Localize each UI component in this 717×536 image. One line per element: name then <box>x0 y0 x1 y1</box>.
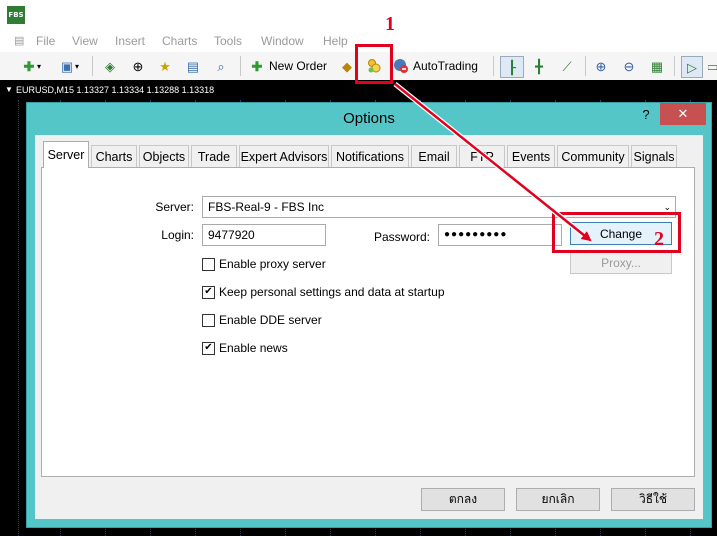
line-chart-icon: ⟋ <box>562 58 572 74</box>
tab-events[interactable]: Events <box>507 145 555 167</box>
terminal-button[interactable]: ▤ <box>183 56 203 76</box>
tab-expert-advisors[interactable]: Expert Advisors <box>239 145 329 167</box>
chart-menu-icon[interactable]: ▼ <box>5 85 13 94</box>
help-button[interactable]: วิธีใช้ <box>611 488 695 511</box>
profiles-icon: ▣ <box>60 58 74 74</box>
tab-objects[interactable]: Objects <box>139 145 189 167</box>
star-folder-icon: ★ <box>159 58 171 74</box>
tab-email[interactable]: Email <box>411 145 457 167</box>
app-titlebar: FBS <box>0 0 717 30</box>
profiles-button[interactable]: ▣ ▾ <box>54 56 84 76</box>
login-field[interactable]: 9477920 <box>202 224 326 246</box>
enable-dde-checkbox[interactable]: Enable DDE server <box>202 313 322 327</box>
market-watch-icon: ◈ <box>105 58 115 74</box>
password-field[interactable]: ●●●●●●●●● <box>438 224 562 246</box>
metaeditor-button[interactable]: ◆ <box>337 56 357 76</box>
new-order-button[interactable]: ✚ New Order <box>249 56 329 76</box>
tab-server[interactable]: Server <box>43 141 89 168</box>
zoom-out-icon: ⊖ <box>623 58 635 74</box>
checkmark-icon: ✔ <box>202 341 215 355</box>
dialog-body: Server Charts Objects Trade Expert Advis… <box>35 135 703 519</box>
proxy-button[interactable]: Proxy... <box>570 251 672 274</box>
checkmark-icon: ✔ <box>202 285 215 299</box>
chart-shift-icon: ▭ <box>708 58 717 74</box>
zoom-in-button[interactable]: ⊕ <box>591 56 611 76</box>
checkbox-unchecked <box>202 257 215 271</box>
magnifier-chart-icon: ⌕ <box>217 58 225 74</box>
keep-settings-checkbox[interactable]: ✔ Keep personal settings and data at sta… <box>202 285 445 299</box>
chart-shift-button[interactable]: ▭ <box>708 56 717 76</box>
annotation-number-2: 2 <box>654 228 664 250</box>
menu-tools[interactable]: Tools <box>214 34 242 48</box>
candlestick-icon: ╋ <box>535 58 543 74</box>
zoom-out-button[interactable]: ⊖ <box>619 56 639 76</box>
terminal-icon: ▤ <box>186 58 200 74</box>
menu-help[interactable]: Help <box>323 34 348 48</box>
bar-chart-button[interactable]: ┠ <box>500 56 524 78</box>
password-label: Password: <box>373 230 430 244</box>
keep-settings-label: Keep personal settings and data at start… <box>219 285 445 299</box>
menu-insert[interactable]: Insert <box>115 34 145 48</box>
autoscroll-button[interactable]: ▷ <box>681 56 703 78</box>
options-dialog: Options ? ✕ Server Charts Objects Trade … <box>26 102 712 528</box>
menu-charts[interactable]: Charts <box>162 34 197 48</box>
candlestick-button[interactable]: ╋ <box>529 56 549 76</box>
help-icon[interactable]: ? <box>639 107 653 127</box>
annotation-number-1: 1 <box>385 13 395 35</box>
navigator-button[interactable]: ★ <box>155 56 175 76</box>
enable-news-checkbox[interactable]: ✔ Enable news <box>202 341 288 355</box>
tab-charts[interactable]: Charts <box>91 145 137 167</box>
autotrading-button[interactable]: AutoTrading <box>393 56 487 76</box>
checkbox-unchecked <box>202 313 215 327</box>
new-order-icon: ✚ <box>251 58 263 74</box>
tab-trade[interactable]: Trade <box>191 145 237 167</box>
dialog-title: Options <box>343 110 395 127</box>
tile-windows-icon: ▦ <box>650 58 664 74</box>
cancel-button[interactable]: ยกเลิก <box>516 488 600 511</box>
book-icon: ◆ <box>342 58 352 74</box>
crosshair-icon: ⊕ <box>132 58 144 74</box>
new-order-label: New Order <box>269 59 328 73</box>
ok-button[interactable]: ตกลง <box>421 488 505 511</box>
tab-signals[interactable]: Signals <box>631 145 677 167</box>
autotrading-label: AutoTrading <box>413 59 478 73</box>
menu-view[interactable]: View <box>72 34 98 48</box>
tab-notifications[interactable]: Notifications <box>331 145 409 167</box>
server-label: Server: <box>155 200 194 214</box>
tab-community[interactable]: Community <box>557 145 629 167</box>
login-label: Login: <box>161 228 194 242</box>
menu-window[interactable]: Window <box>261 34 304 48</box>
autotrading-icon <box>393 58 409 74</box>
new-chart-button[interactable]: ✚ ▾ <box>16 56 46 76</box>
zoom-in-icon: ⊕ <box>595 58 607 74</box>
server-value: FBS-Real-9 - FBS Inc <box>208 200 325 214</box>
enable-proxy-label: Enable proxy server <box>219 257 326 271</box>
bar-chart-icon: ┠ <box>508 59 516 75</box>
autoscroll-icon: ▷ <box>687 59 697 75</box>
data-window-button[interactable]: ⊕ <box>128 56 148 76</box>
market-watch-button[interactable]: ◈ <box>100 56 120 76</box>
line-chart-button[interactable]: ⟋ <box>557 56 577 76</box>
enable-news-label: Enable news <box>219 341 288 355</box>
tester-button[interactable]: ⌕ <box>211 56 231 76</box>
enable-proxy-checkbox[interactable]: Enable proxy server <box>202 257 326 271</box>
new-chart-icon: ✚ <box>23 58 35 74</box>
fbs-logo: FBS <box>7 6 25 24</box>
close-button[interactable]: ✕ <box>660 103 706 125</box>
annotation-box-1 <box>355 44 393 84</box>
menu-file[interactable]: File <box>36 34 55 48</box>
tile-windows-button[interactable]: ▦ <box>647 56 667 76</box>
enable-dde-label: Enable DDE server <box>219 313 322 327</box>
app-menu-icon[interactable]: ▤ <box>14 34 24 47</box>
tab-ftp[interactable]: FTP <box>459 145 505 167</box>
chart-symbol-quote: EURUSD,M15 1.13327 1.13334 1.13288 1.133… <box>16 85 215 95</box>
